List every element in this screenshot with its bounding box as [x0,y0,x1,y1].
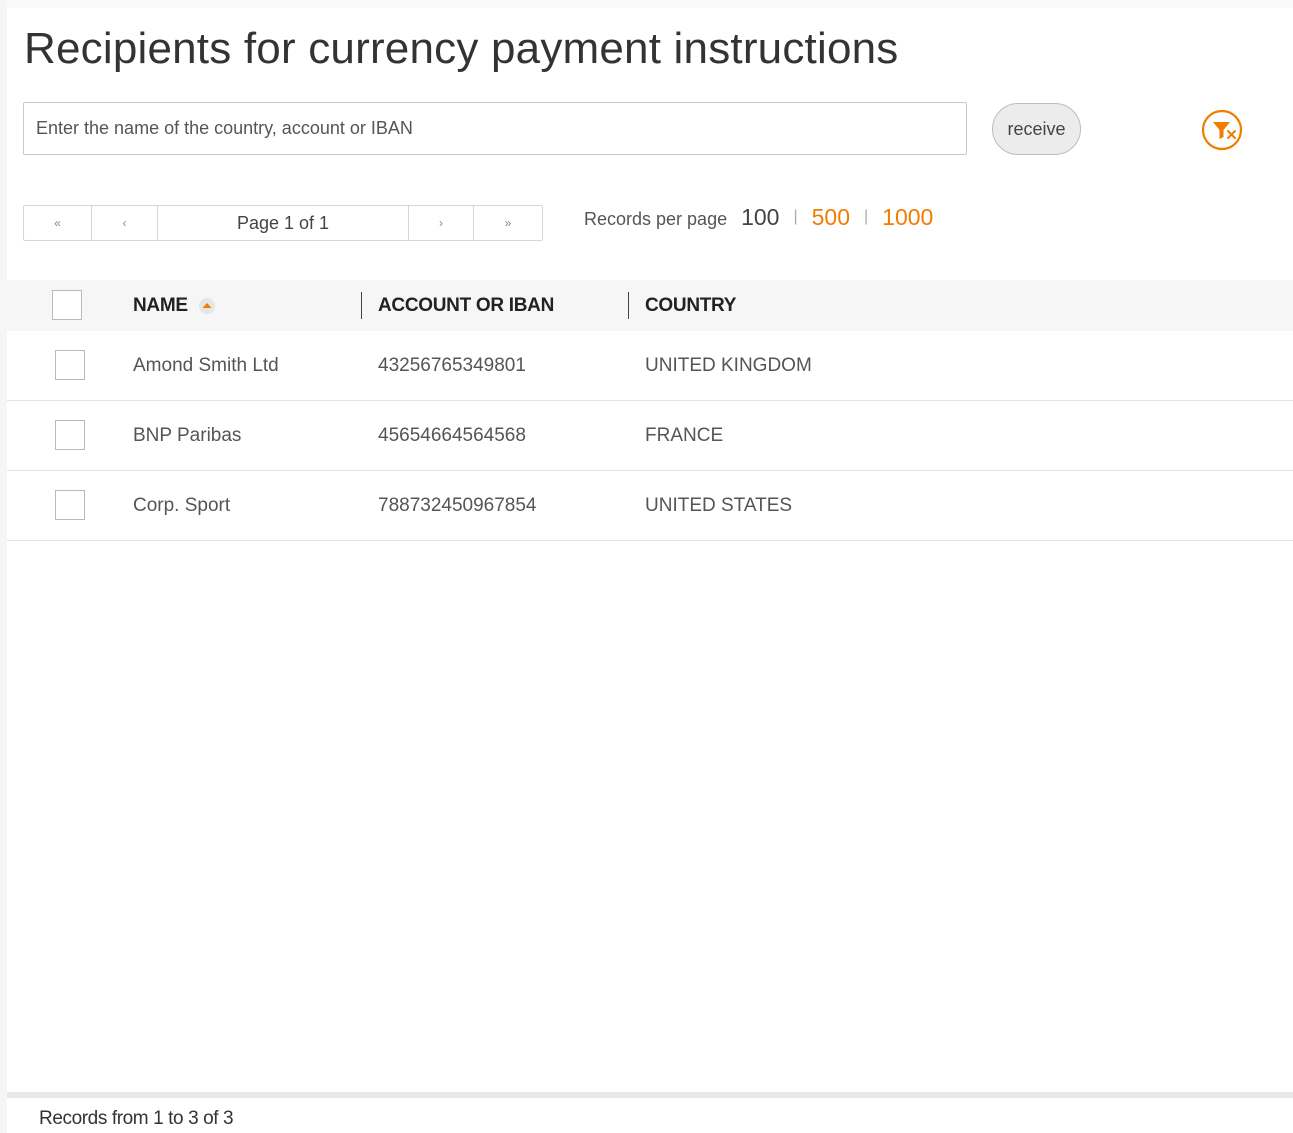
records-per-page-option-500[interactable]: 500 [812,204,850,231]
cell-name: Amond Smith Ltd [133,354,279,376]
left-strip [0,0,7,1133]
cell-country: FRANCE [645,424,724,446]
cell-account: 45654664564568 [378,424,526,446]
cell-name: BNP Paribas [133,424,242,446]
column-divider [361,292,362,319]
records-per-page: Records per page 100 | 500 | 1000 [584,204,933,234]
column-header-label: ACCOUNT OR IBAN [378,294,554,316]
pagination: « ‹ Page 1 of 1 › » [23,205,543,241]
previous-page-button[interactable]: ‹ [92,206,158,240]
table-header: NAME ACCOUNT OR IBAN COUNTRY [7,280,1293,331]
sort-ascending-icon [198,297,215,314]
records-per-page-option-1000[interactable]: 1000 [882,204,933,231]
row-checkbox[interactable] [55,490,85,520]
records-per-page-separator: | [793,208,798,225]
cell-country: UNITED KINGDOM [645,354,812,376]
records-per-page-option-100[interactable]: 100 [741,204,779,231]
page-info: Page 1 of 1 [158,206,409,240]
column-header-account[interactable]: ACCOUNT OR IBAN [378,280,554,331]
select-all-checkbox[interactable] [52,290,82,320]
cell-account: 788732450967854 [378,494,537,516]
receive-button[interactable]: receive [992,103,1081,155]
column-header-label: COUNTRY [645,294,737,316]
column-header-country[interactable]: COUNTRY [645,280,736,331]
cell-country: UNITED STATES [645,494,793,516]
last-page-button[interactable]: » [474,206,542,240]
records-per-page-label: Records per page [584,209,728,229]
table-row[interactable]: Corp. Sport 788732450967854 UNITED STATE… [7,471,1293,541]
table-row[interactable]: BNP Paribas 45654664564568 FRANCE [7,401,1293,471]
cell-account: 43256765349801 [378,354,526,376]
top-strip [0,0,1293,8]
row-checkbox[interactable] [55,350,85,380]
column-header-label: NAME [133,294,188,316]
table-row[interactable]: Amond Smith Ltd 43256765349801 UNITED KI… [7,331,1293,401]
column-header-name[interactable]: NAME [133,280,216,331]
page: Recipients for currency payment instruct… [0,0,1293,1133]
page-title: Recipients for currency payment instruct… [24,24,899,73]
row-checkbox[interactable] [55,420,85,450]
filter-clear-button[interactable] [1201,109,1245,151]
next-page-button[interactable]: › [409,206,474,240]
footer-divider [7,1092,1293,1098]
first-page-button[interactable]: « [24,206,92,240]
column-divider [628,292,629,319]
filter-clear-icon [1201,109,1243,151]
cell-name: Corp. Sport [133,494,231,516]
records-per-page-separator: | [864,208,869,225]
search-input[interactable] [23,102,967,155]
records-count: Records from 1 to 3 of 3 [39,1108,234,1129]
